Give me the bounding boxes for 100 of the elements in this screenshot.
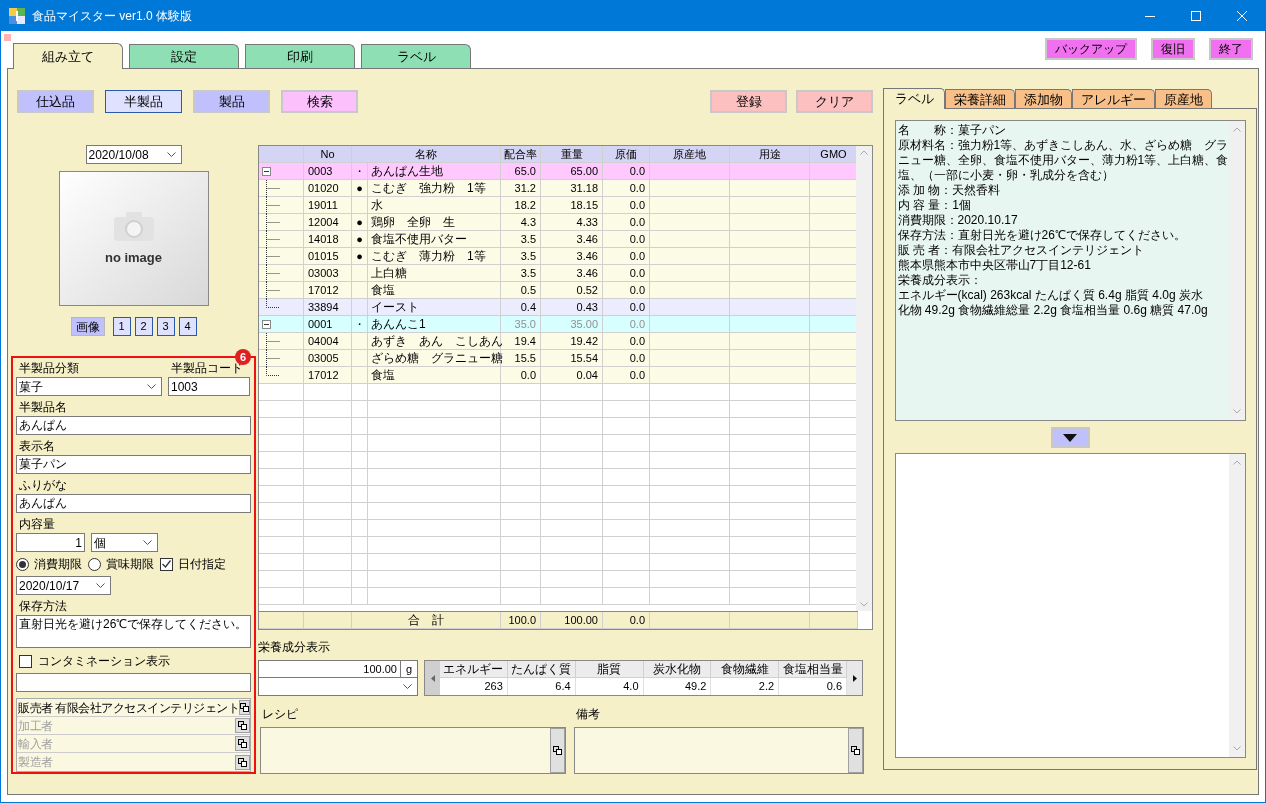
image-button[interactable]: 画像 [70,317,105,336]
search-button[interactable]: 検索 [281,90,358,113]
table-cell [352,503,368,520]
table-row[interactable]: 17012 食塩 0.5 0.52 0.0 [259,282,858,299]
side-tab[interactable]: 添加物 [1015,89,1072,108]
table-cell [541,452,603,469]
unit-select[interactable]: 個 [91,533,158,552]
copy-button[interactable] [550,728,565,773]
table-cell [259,486,304,503]
table-cell: 100.00 [541,612,603,629]
checkbox-option[interactable]: コンタミネーション表示 [16,652,251,670]
table-row[interactable]: 0001 ・ あんんこ1 35.0 35.00 0.0 [259,316,858,333]
table-cell [352,571,368,588]
table-row[interactable]: 12004 ● 鶏卵 全卵 生 4.3 4.33 0.0 [259,214,858,231]
table-cell: 263 [440,678,508,695]
table-row[interactable]: 04004 あずき あん こしあん 19.4 19.42 0.0 [259,333,858,350]
mode-button[interactable]: 仕込品 [17,90,94,113]
scroll-left-button[interactable] [425,661,440,695]
table-row[interactable]: 03003 上白糖 3.5 3.46 0.0 [259,265,858,282]
system-button[interactable]: バックアップ [1045,38,1137,60]
table-cell [603,418,650,435]
checkbox[interactable] [19,654,32,668]
table-cell [541,503,603,520]
side-tab[interactable]: 原産地 [1155,89,1212,108]
table-cell [259,520,304,537]
radio-option[interactable]: 賞味期限 [88,555,154,573]
expiry-date-select[interactable]: 2020/10/17 [16,576,111,595]
table-cell [304,469,352,486]
table-cell [259,612,304,629]
copy-button[interactable] [235,754,250,770]
unit-label: g [401,660,418,678]
text-field[interactable]: あんぱん [16,416,251,435]
copy-button[interactable] [848,728,863,773]
radio-option[interactable]: 消費期限 [16,555,82,573]
page-button[interactable]: 3 [156,317,175,336]
scroll-right-button[interactable] [847,661,862,695]
left-arrow-icon [430,674,435,682]
checkbox[interactable] [160,557,173,571]
page-button[interactable]: 2 [134,317,153,336]
storage-textarea[interactable]: 直射日光を避け26℃で保存してください。 [16,615,251,648]
table-row[interactable]: 33894 イースト 0.4 0.43 0.0 [259,299,858,316]
table-row[interactable]: 01015 ● こむぎ 薄力粉 1等 3.5 3.46 0.0 [259,248,858,265]
table-cell [541,571,603,588]
tree-connector [266,180,280,197]
text-field[interactable]: あんぱん [16,494,251,513]
system-button[interactable]: 終了 [1209,38,1253,60]
column-header: 食物繊維 [711,661,780,678]
camera-icon [111,209,156,242]
table-cell [304,520,352,537]
main-tab[interactable]: 組み立て [13,43,123,69]
table-row[interactable]: 0003 ・ あんぱん生地 65.0 65.00 0.0 [259,163,858,180]
quantity-field[interactable]: 1 [16,533,85,552]
table-row[interactable]: 14018 ● 食塩不使用バター 3.5 3.46 0.0 [259,231,858,248]
main-tab[interactable]: ラベル [361,44,471,68]
table-cell [541,486,603,503]
copy-button[interactable] [239,700,251,715]
amount-field[interactable]: 100.00 [258,660,401,678]
section-label: 栄養成分表示 [258,639,331,656]
contamination-textarea[interactable] [16,673,251,692]
table-row[interactable]: 17012 食塩 0.0 0.04 0.0 [259,367,858,384]
no-image-text: no image [104,248,163,267]
table-row[interactable]: 03005 ざらめ糖 グラニュー糖 15.5 15.54 0.0 [259,350,858,367]
copy-icon [238,739,247,748]
table-cell: 49.2 [643,678,712,695]
mode-button[interactable]: 半製品 [105,90,182,113]
section-label: 備考 [575,706,601,723]
table-cell [304,503,352,520]
mode-button[interactable]: 製品 [193,90,270,113]
code-field[interactable]: 1003 [168,377,250,396]
action-button[interactable]: 登録 [710,90,787,113]
checkbox-option[interactable]: 日付指定 [160,555,226,573]
system-button[interactable]: 復旧 [1151,38,1195,60]
column-header: たんぱく質 [507,661,576,678]
table-cell [603,384,650,401]
page-button[interactable]: 1 [112,317,131,336]
radio-button[interactable] [88,557,101,571]
copy-button[interactable] [235,718,250,733]
down-arrow-button[interactable] [1050,427,1090,448]
main-tab[interactable]: 設定 [129,44,239,68]
action-button[interactable]: クリア [796,90,873,113]
main-tab[interactable]: 印刷 [245,44,355,68]
table-cell [304,435,352,452]
side-tab[interactable]: 栄養詳細 [945,89,1015,108]
side-tab[interactable]: アレルギー [1072,89,1155,108]
tree-connector [266,214,280,231]
date-select[interactable]: 2020/10/08 [85,145,182,164]
table-row[interactable]: 19011 水 18.2 18.15 0.0 [259,197,858,214]
table-cell [810,612,858,629]
page-button[interactable]: 4 [178,317,197,336]
table-row[interactable]: 01020 ● こむぎ 強力粉 1等 31.2 31.18 0.0 [259,180,858,197]
table-cell [603,486,650,503]
collapse-icon[interactable] [262,166,271,176]
nutrition-select[interactable] [258,678,418,696]
category-select[interactable]: 菓子 [16,377,162,396]
radio-button[interactable] [16,557,29,571]
text-field[interactable]: 菓子パン [16,455,251,474]
copy-button[interactable] [235,736,250,751]
collapse-icon[interactable] [262,319,271,329]
side-tab[interactable]: ラベル [883,88,945,109]
table-cell [603,401,650,418]
